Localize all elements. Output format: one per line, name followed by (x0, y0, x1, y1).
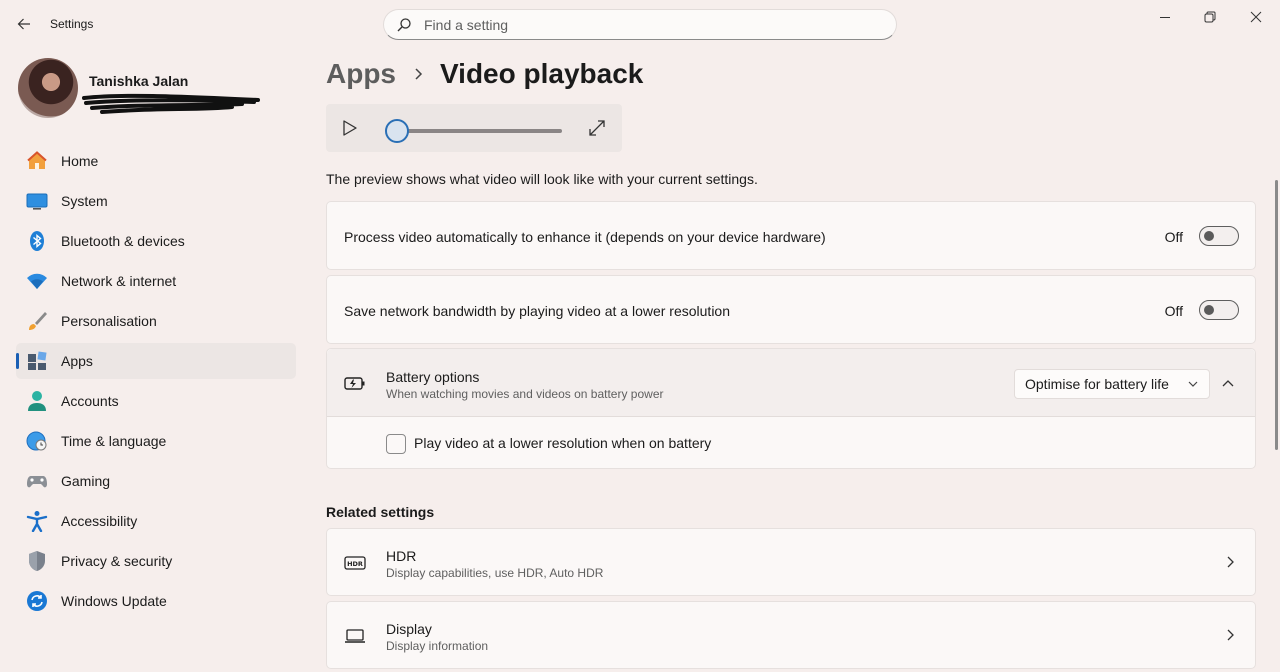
related-settings-heading: Related settings (326, 504, 435, 520)
save-bandwidth-setting: Save network bandwidth by playing video … (326, 275, 1256, 344)
sidebar-item-label: Network & internet (61, 273, 177, 289)
sidebar-item-system[interactable]: System (16, 183, 296, 219)
search-input[interactable] (424, 16, 864, 33)
sidebar-item-label: Personalisation (61, 313, 157, 329)
search-box[interactable] (383, 9, 897, 40)
toggle-knob (1204, 231, 1214, 241)
process-video-label: Process video automatically to enhance i… (344, 229, 826, 245)
sidebar-item-time-language[interactable]: Time & language (16, 423, 296, 459)
sidebar-item-label: Apps (61, 353, 93, 369)
battery-options-subtitle: When watching movies and videos on batte… (386, 387, 664, 401)
battery-saver-icon (344, 372, 366, 394)
battery-options-expander: Battery options When watching movies and… (326, 348, 1256, 469)
sidebar-item-windows-update[interactable]: Windows Update (16, 583, 296, 619)
sidebar-item-accounts[interactable]: Accounts (16, 383, 296, 419)
back-arrow-icon (17, 18, 30, 30)
sidebar-item-privacy[interactable]: Privacy & security (16, 543, 296, 579)
battery-mode-dropdown[interactable]: Optimise for battery life (1014, 369, 1210, 399)
restore-button[interactable] (1187, 6, 1233, 28)
svg-text:HDR: HDR (347, 560, 363, 568)
back-button[interactable] (10, 10, 38, 38)
restore-icon (1204, 11, 1216, 23)
display-title: Display (386, 621, 432, 637)
chevron-right-icon (1227, 556, 1234, 568)
sidebar-item-personalisation[interactable]: Personalisation (16, 303, 296, 339)
sidebar-nav: Home System Bluetooth & devices Network … (16, 143, 296, 623)
sidebar-item-label: Time & language (61, 433, 167, 449)
display-subtitle: Display information (386, 639, 489, 653)
update-icon (26, 590, 48, 612)
hdr-icon: HDR (344, 552, 366, 574)
lower-resolution-battery-label[interactable]: Play video at a lower resolution when on… (414, 435, 711, 451)
search-icon (397, 17, 411, 31)
save-bandwidth-label: Save network bandwidth by playing video … (344, 303, 731, 319)
sidebar-item-label: Accessibility (61, 513, 138, 529)
close-icon (1250, 11, 1262, 23)
apps-icon (26, 350, 48, 372)
accessibility-icon (26, 510, 48, 532)
sidebar-item-bluetooth[interactable]: Bluetooth & devices (16, 223, 296, 259)
seek-slider-thumb[interactable] (385, 119, 409, 143)
sidebar-item-label: Accounts (61, 393, 119, 409)
breadcrumb: Apps Video playback (326, 58, 643, 90)
battery-options-header[interactable]: Battery options When watching movies and… (327, 349, 1255, 417)
avatar[interactable] (18, 58, 78, 118)
accounts-icon (26, 390, 48, 412)
user-name: Tanishka Jalan (89, 73, 189, 89)
chevron-down-icon (1188, 381, 1198, 387)
sidebar-item-label: Gaming (61, 473, 111, 489)
system-icon (26, 190, 48, 212)
lower-resolution-battery-checkbox[interactable] (386, 434, 406, 454)
fullscreen-icon[interactable] (587, 118, 607, 138)
minimize-button[interactable] (1142, 6, 1188, 28)
close-button[interactable] (1233, 6, 1279, 28)
save-bandwidth-state: Off (1164, 303, 1183, 319)
seek-slider-track[interactable] (398, 129, 562, 133)
process-video-toggle[interactable] (1199, 226, 1239, 246)
redacted-scribble (82, 93, 260, 114)
sidebar-item-label: Windows Update (61, 593, 167, 609)
title-bar: Settings (0, 0, 1280, 48)
sidebar-item-label: Home (61, 153, 99, 169)
sidebar-item-network[interactable]: Network & internet (16, 263, 296, 299)
laptop-icon (344, 625, 366, 647)
bluetooth-icon (26, 230, 48, 252)
brush-icon (26, 310, 48, 332)
hdr-title: HDR (386, 548, 417, 564)
chevron-right-icon (414, 68, 424, 80)
related-hdr-link[interactable]: HDR HDR Display capabilities, use HDR, A… (326, 528, 1256, 596)
scrollbar[interactable] (1275, 180, 1278, 450)
process-video-setting: Process video automatically to enhance i… (326, 201, 1256, 270)
sidebar-item-label: Bluetooth & devices (61, 233, 185, 249)
home-icon (26, 150, 48, 172)
sidebar-item-apps[interactable]: Apps (16, 343, 296, 379)
sidebar-item-label: System (61, 193, 108, 209)
save-bandwidth-toggle[interactable] (1199, 300, 1239, 320)
video-preview-player (326, 104, 622, 152)
related-display-link[interactable]: Display Display information (326, 601, 1256, 669)
gamepad-icon (26, 470, 48, 492)
sidebar-item-accessibility[interactable]: Accessibility (16, 503, 296, 539)
sidebar-item-gaming[interactable]: Gaming (16, 463, 296, 499)
minimize-icon (1160, 17, 1170, 18)
shield-icon (26, 550, 48, 572)
sidebar-item-home[interactable]: Home (16, 143, 296, 179)
process-video-state: Off (1164, 229, 1183, 245)
app-title: Settings (50, 17, 94, 31)
globe-clock-icon (26, 430, 48, 452)
breadcrumb-parent-link[interactable]: Apps (326, 58, 396, 90)
hdr-subtitle: Display capabilities, use HDR, Auto HDR (386, 566, 604, 580)
sidebar-item-label: Privacy & security (61, 553, 173, 569)
wifi-icon (26, 270, 48, 292)
battery-options-title: Battery options (386, 369, 480, 385)
play-icon[interactable] (340, 118, 360, 138)
preview-description: The preview shows what video will look l… (326, 171, 758, 187)
page-title: Video playback (440, 58, 644, 89)
chevron-up-icon[interactable] (1220, 375, 1236, 391)
toggle-knob (1204, 305, 1214, 315)
chevron-right-icon (1227, 629, 1234, 641)
battery-mode-selected: Optimise for battery life (1025, 376, 1169, 392)
